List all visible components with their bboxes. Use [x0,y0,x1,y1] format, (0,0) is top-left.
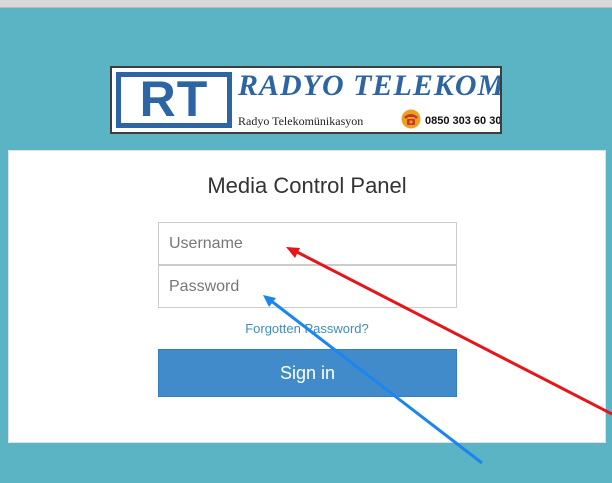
annotation-arrow-red [286,247,612,416]
annotation-overlay [263,247,612,465]
annotation-arrow-blue [263,295,483,465]
